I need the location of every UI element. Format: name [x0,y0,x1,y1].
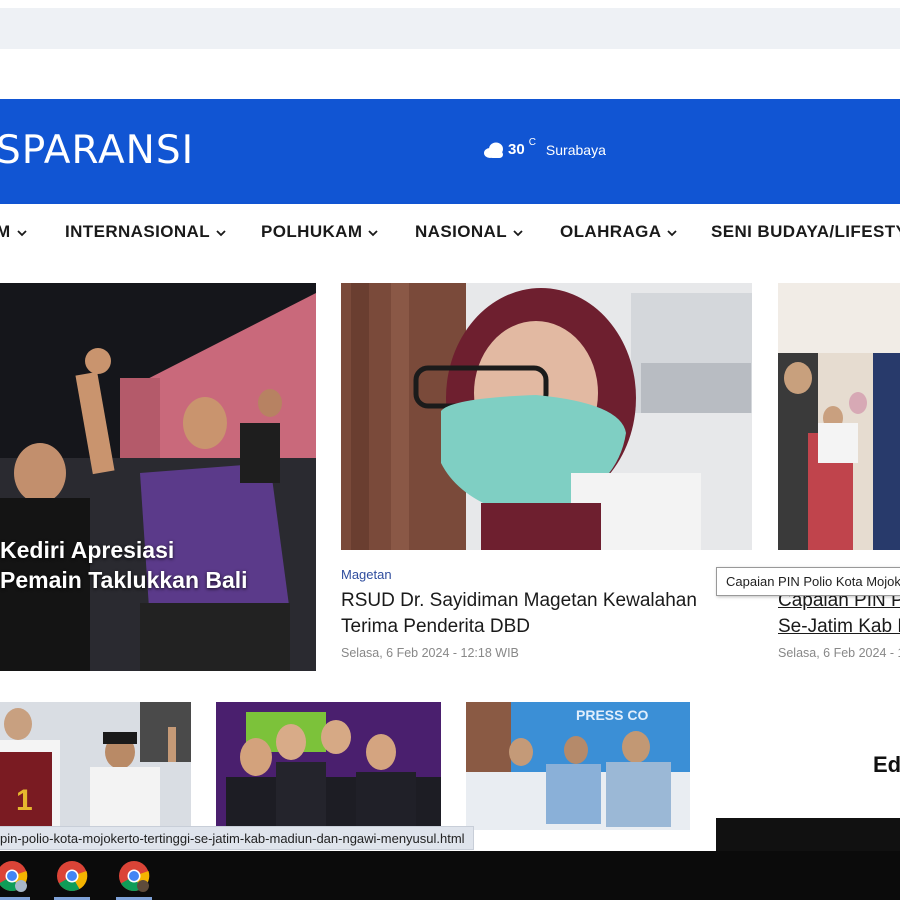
article-photo: 1 [0,702,191,827]
taskbar-chrome-icon[interactable] [110,857,158,900]
svg-text:PRESS CO: PRESS CO [576,707,648,723]
nav-item-label: NASIONAL [415,222,507,241]
article-title-line: Se-Jatim Kab Madiun dan Ngawi Menyusul [778,616,900,637]
chrome-icon [57,861,88,892]
article-photo [216,702,441,827]
hero-caption[interactable]: Kediri Apresiasi Pemain Taklukkan Bali [0,535,248,595]
nav-item-label: POLHUKAM [261,222,363,241]
browser-address-area [0,8,900,49]
article-image[interactable] [778,283,900,550]
chevron-down-icon [368,229,379,236]
hero-caption-line: Pemain Taklukkan Bali [0,567,248,593]
cloud-icon [484,142,503,158]
nav-item-m[interactable]: M [0,222,27,242]
nav-item-olahraga[interactable]: OLAHRAGA [560,222,678,242]
nav-item-seni-budaya[interactable]: SENI BUDAYA/LIFESTYLE [711,222,900,242]
weather-unit: C [528,137,536,148]
nav-item-internasional[interactable]: INTERNASIONAL [65,222,226,242]
nav-item-label: M [0,222,11,241]
nav-item-polhukam[interactable]: POLHUKAM [261,222,379,242]
chevron-down-icon [216,229,226,236]
link-tooltip: Capaian PIN Polio Kota Mojokerto Terting… [716,567,900,596]
article-thumbnail[interactable]: 1 [0,702,191,827]
taskbar-chrome-icon[interactable] [48,857,96,900]
nav-item-nasional[interactable]: NASIONAL [415,222,523,242]
article-photo: PRESS CO [466,702,690,830]
article-thumbnail[interactable] [216,702,441,827]
article-image[interactable] [341,283,752,550]
article-title-line: Terima Penderita DBD [341,616,531,637]
weather-city: Surabaya [545,142,606,158]
article-title-line: RSUD Dr. Sayidiman Magetan Kewalahan [341,590,697,611]
chevron-down-icon [513,229,523,236]
chevron-down-icon [16,229,27,236]
hero-caption-line: Kediri Apresiasi [0,537,175,563]
chrome-icon [0,861,28,892]
article-date: Selasa, 6 Feb 2024 - 12:18 WIB [341,646,519,660]
chevron-down-icon [667,229,678,236]
nav-item-label: INTERNASIONAL [65,222,210,241]
chrome-icon [119,861,150,892]
site-logo[interactable]: SPARANSI [0,128,194,173]
status-bar-url: pin-polio-kota-mojokerto-tertinggi-se-ja… [0,826,474,850]
hero-photo [0,283,316,671]
article-photo [341,283,752,550]
article-title[interactable]: RSUD Dr. Sayidiman Magetan Kewalahan Ter… [341,588,697,640]
sidebar-banner[interactable] [716,818,900,854]
weather-widget: 30 C Surabaya [483,137,606,158]
nav-item-label: OLAHRAGA [560,222,662,241]
article-photo [778,283,900,550]
nav-item-label: SENI BUDAYA/LIFESTYLE [711,222,900,241]
hero-article-image[interactable] [0,283,316,671]
sidebar-heading: Ed [873,752,900,777]
weather-temperature: 30 [508,141,525,158]
svg-text:1: 1 [16,784,33,817]
taskbar-chrome-icon[interactable] [0,857,36,900]
article-thumbnail[interactable]: PRESS CO [466,702,690,830]
article-date: Selasa, 6 Feb 2024 - 12:00 WIB [778,646,900,660]
article-category[interactable]: Magetan [341,567,392,582]
